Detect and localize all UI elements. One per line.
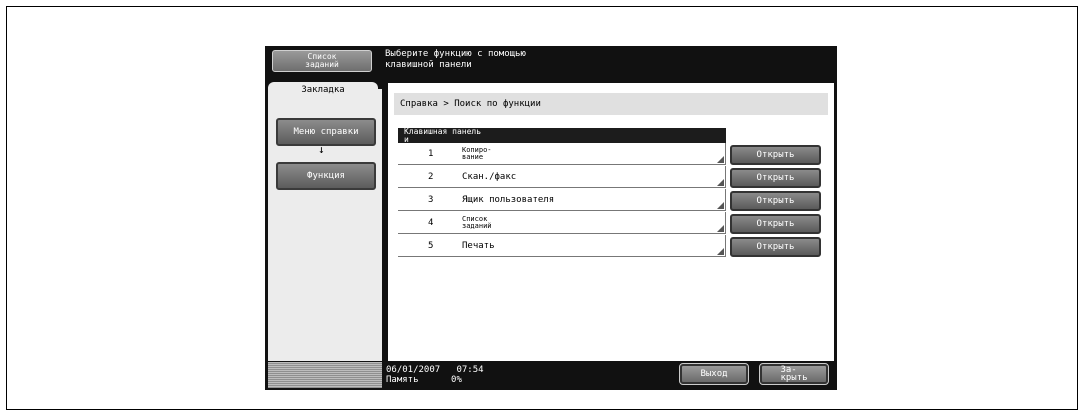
corner-icon (717, 248, 724, 255)
corner-icon (717, 202, 724, 209)
status-info: 06/01/2007 07:54 Память 0% (386, 365, 484, 385)
list-item[interactable]: 2 Скан./факс (398, 166, 726, 188)
list-header: Клавишная панель и (398, 128, 726, 144)
exit-button[interactable]: Выход (679, 363, 749, 385)
item-label: Печать (462, 240, 495, 251)
open-button[interactable]: Открыть (730, 145, 821, 165)
open-button[interactable]: Открыть (730, 191, 821, 211)
list-item[interactable]: 5 Печать (398, 235, 726, 257)
list-item[interactable]: 1 Копиро- вание (398, 143, 726, 165)
status-time: 07:54 (456, 365, 484, 375)
item-label: Скан./факс (462, 171, 517, 182)
corner-icon (717, 156, 724, 163)
item-number: 4 (428, 218, 434, 228)
list-item[interactable]: 4 Список заданий (398, 212, 726, 234)
status-date: 06/01/2007 (386, 365, 441, 375)
breadcrumb-current: Поиск по функции (454, 99, 541, 109)
close-button[interactable]: За- крыть (759, 363, 829, 385)
item-label: Ящик пользователя (462, 194, 555, 205)
instruction-message: Выберите функцию с помощью клавишной пан… (385, 49, 526, 70)
help-menu-button[interactable]: Меню справки (276, 118, 376, 146)
breadcrumb: Справка > Поиск по функции (394, 93, 828, 115)
corner-icon (717, 179, 724, 186)
open-button[interactable]: Открыть (730, 214, 821, 234)
arrow-down-icon: ↓ (318, 143, 325, 156)
list-item[interactable]: 3 Ящик пользователя (398, 189, 726, 211)
corner-icon (717, 225, 724, 232)
breadcrumb-root[interactable]: Справка (400, 99, 438, 109)
item-label: Копиро- вание (462, 146, 492, 161)
open-button[interactable]: Открыть (730, 168, 821, 188)
breadcrumb-separator: > (443, 99, 449, 109)
item-number: 1 (428, 149, 434, 159)
item-number: 2 (428, 172, 434, 182)
job-list-button[interactable]: Список заданий (272, 50, 372, 72)
item-number: 5 (428, 241, 434, 251)
item-label: Список заданий (462, 215, 492, 230)
tab-bookmark[interactable]: Закладка (268, 82, 378, 96)
open-button[interactable]: Открыть (730, 237, 821, 257)
status-stripe (268, 362, 382, 388)
function-button[interactable]: Функция (276, 162, 376, 190)
memory-value: 0% (451, 375, 462, 385)
memory-label: Память (386, 375, 419, 385)
item-number: 3 (428, 195, 434, 205)
